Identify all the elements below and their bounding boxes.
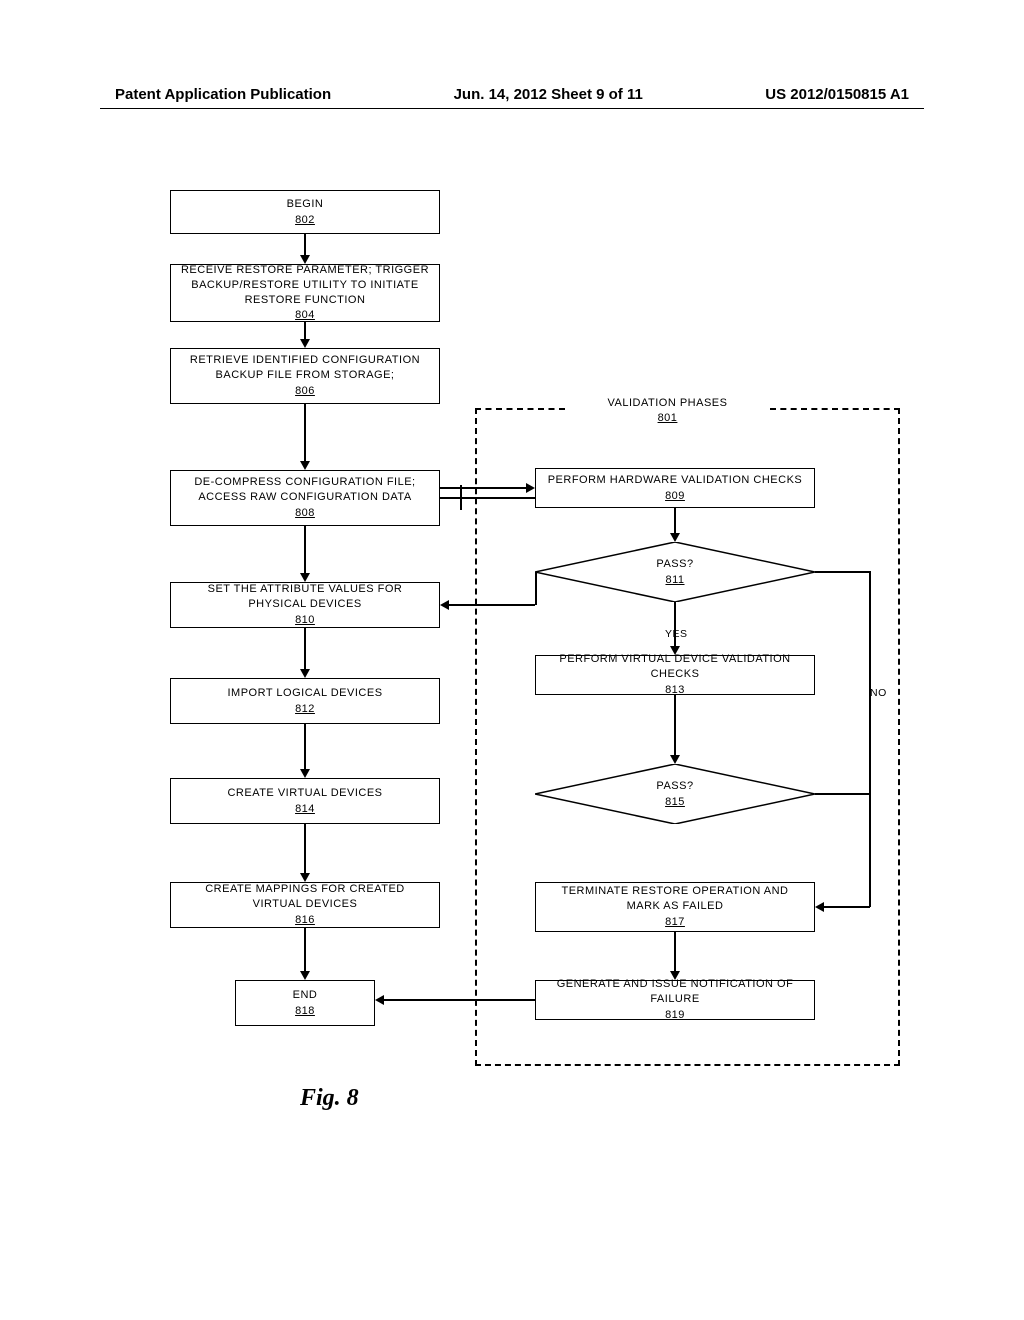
box-end: END 818: [235, 980, 375, 1026]
label-no: NO: [870, 687, 887, 699]
label-yes-811: YES: [665, 628, 688, 640]
diamond-pass-811: PASS? 811: [535, 542, 815, 602]
box-notification-failure: GENERATE AND ISSUE NOTIFICATION OF FAILU…: [535, 980, 815, 1020]
box-begin: BEGIN 802: [170, 190, 440, 234]
flowchart: BEGIN 802 RECEIVE RESTORE PARAMETER; TRI…: [140, 190, 900, 1130]
header-center: Jun. 14, 2012 Sheet 9 of 11: [454, 86, 643, 103]
figure-caption: Fig. 8: [300, 1085, 359, 1112]
validation-phases-label: VALIDATION PHASES 801: [570, 396, 765, 426]
diamond-pass-815: PASS? 815: [535, 764, 815, 824]
header-left: Patent Application Publication: [115, 86, 331, 103]
header-right: US 2012/0150815 A1: [765, 86, 909, 103]
box-receive-restore: RECEIVE RESTORE PARAMETER; TRIGGER BACKU…: [170, 264, 440, 322]
box-decompress: DE-COMPRESS CONFIGURATION FILE; ACCESS R…: [170, 470, 440, 526]
box-import-logical: IMPORT LOGICAL DEVICES 812: [170, 678, 440, 724]
box-create-virtual: CREATE VIRTUAL DEVICES 814: [170, 778, 440, 824]
box-retrieve-config: RETRIEVE IDENTIFIED CONFIGURATION BACKUP…: [170, 348, 440, 404]
box-hardware-validation: PERFORM HARDWARE VALIDATION CHECKS 809: [535, 468, 815, 508]
box-create-mappings: CREATE MAPPINGS FOR CREATED VIRTUAL DEVI…: [170, 882, 440, 928]
header-divider: [100, 108, 924, 109]
box-virtual-validation: PERFORM VIRTUAL DEVICE VALIDATION CHECKS…: [535, 655, 815, 695]
box-terminate-restore: TERMINATE RESTORE OPERATION AND MARK AS …: [535, 882, 815, 932]
box-set-attributes: SET THE ATTRIBUTE VALUES FOR PHYSICAL DE…: [170, 582, 440, 628]
